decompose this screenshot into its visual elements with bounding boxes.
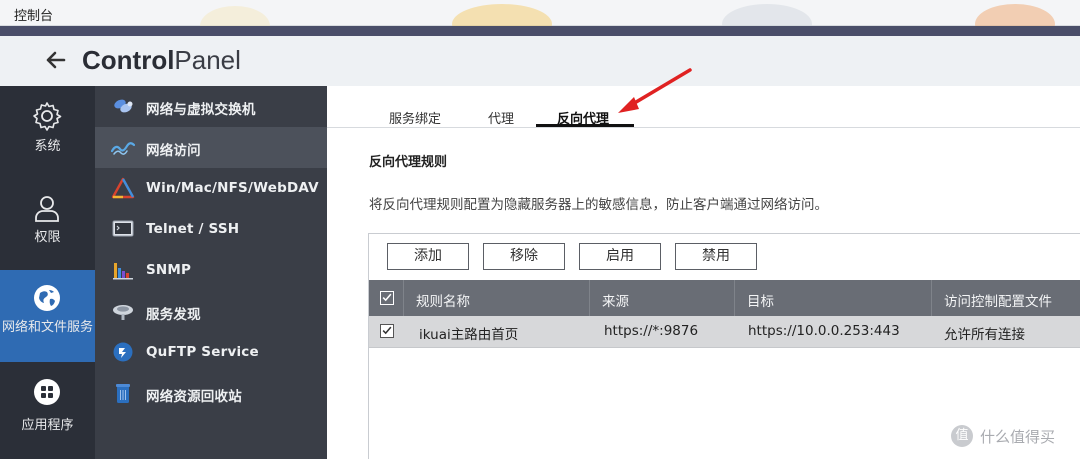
sub-item-label: Telnet / SSH: [146, 221, 240, 237]
nav-item-system[interactable]: 系统: [0, 86, 95, 178]
watermark-text: 什么值得买: [980, 428, 1056, 446]
nav-item-network-file-services[interactable]: 网络和文件服务: [0, 270, 95, 362]
sub-item-label: QuFTP Service: [146, 344, 259, 360]
snmp-icon: [113, 263, 133, 280]
sub-item-label: 网络资源回收站: [146, 389, 242, 405]
sub-item-network-virtual-switch[interactable]: 网络与虚拟交换机: [95, 86, 327, 127]
user-icon: [35, 196, 59, 222]
active-tab-indicator: [536, 124, 634, 127]
column-divider: [931, 280, 932, 316]
select-all-checkbox[interactable]: [380, 291, 394, 305]
apps-icon: [34, 379, 60, 405]
rules-panel: 添加 移除 启用 禁用 规则名称 来源 目标 访问控制配置文件 ikuai主路由…: [368, 233, 1080, 459]
nav-label-network-file-services: 网络和文件服务: [1, 320, 93, 335]
nav-label-permissions: 权限: [34, 230, 61, 245]
nav-item-permissions[interactable]: 权限: [0, 178, 95, 270]
sub-item-label: 网络访问: [146, 143, 201, 159]
sub-item-telnet-ssh[interactable]: Telnet / SSH: [95, 209, 327, 250]
network-access-icon: [111, 142, 135, 155]
column-header-source[interactable]: 来源: [602, 290, 629, 310]
tab-bar: 服务绑定 代理 反向代理: [327, 86, 1080, 128]
content-panel: 服务绑定 代理 反向代理 反向代理规则 将反向代理规则配置为隐藏服务器上的敏感信…: [327, 86, 1080, 459]
main-sidebar: 系统 权限 网络和文件服务 应用程序: [0, 86, 95, 459]
sub-item-network-access[interactable]: 网络访问: [95, 127, 327, 168]
column-divider: [589, 280, 590, 316]
sub-sidebar: 网络与虚拟交换机 网络访问 Win/Mac/NFS/WebDAV Telnet …: [95, 86, 327, 459]
cell-rule-name: ikuai主路由首页: [419, 327, 519, 343]
sub-item-label: 服务发现: [146, 307, 201, 323]
tab-proxy[interactable]: 代理: [488, 108, 514, 127]
table-header: 规则名称 来源 目标 访问控制配置文件: [369, 280, 1080, 316]
sub-item-label: 网络与虚拟交换机: [146, 102, 256, 118]
row-checkbox[interactable]: [380, 324, 394, 338]
gear-icon: [33, 102, 62, 131]
service-discovery-icon: [113, 305, 133, 320]
add-button[interactable]: 添加: [387, 243, 469, 270]
sub-item-quftp[interactable]: QuFTP Service: [95, 332, 327, 373]
annotation-arrow-icon: [618, 68, 692, 113]
globe-icon: [34, 285, 60, 311]
remove-button[interactable]: 移除: [483, 243, 565, 270]
sub-item-snmp[interactable]: SNMP: [95, 250, 327, 291]
sub-item-label: Win/Mac/NFS/WebDAV: [146, 180, 319, 196]
sub-item-file-sharing[interactable]: Win/Mac/NFS/WebDAV: [95, 168, 327, 209]
sub-item-network-recycle-bin[interactable]: 网络资源回收站: [95, 373, 327, 414]
column-header-target[interactable]: 目标: [747, 290, 774, 310]
app-title: ControlPanel: [82, 45, 241, 75]
file-share-icon: [111, 177, 135, 199]
watermark-logo-icon: 值: [951, 425, 973, 447]
nav-label-system: 系统: [34, 139, 61, 154]
cell-access-control-profile: 允许所有连接: [944, 327, 1025, 343]
section-description: 将反向代理规则配置为隐藏服务器上的敏感信息，防止客户端通过网络访问。: [369, 197, 828, 213]
os-title-bar: 控制台: [0, 0, 1080, 46]
section-title: 反向代理规则: [369, 155, 448, 170]
network-switch-icon: [114, 99, 133, 113]
sub-item-label: SNMP: [146, 262, 192, 278]
app-header: ControlPanel: [0, 36, 1080, 86]
table-row[interactable]: ikuai主路由首页 https://*:9876 https://10.0.0…: [369, 316, 1080, 348]
sub-item-service-discovery[interactable]: 服务发现: [95, 291, 327, 332]
nav-label-applications: 应用程序: [21, 418, 74, 433]
terminal-icon: [112, 220, 134, 237]
column-divider: [734, 280, 735, 316]
window-title: 控制台: [14, 9, 54, 24]
ftp-icon: [113, 342, 133, 362]
column-header-rule-name[interactable]: 规则名称: [416, 290, 470, 310]
cell-target: https://10.0.0.253:443: [748, 323, 900, 339]
back-arrow-icon[interactable]: [44, 45, 68, 75]
nav-item-applications[interactable]: 应用程序: [0, 362, 95, 454]
title-bar-strip: [0, 26, 1080, 36]
disable-button[interactable]: 禁用: [675, 243, 757, 270]
cell-source: https://*:9876: [604, 323, 699, 339]
tab-service-binding[interactable]: 服务绑定: [389, 108, 441, 127]
control-panel-window: 控制台 ControlPanel 系统 权限 网络和文件服务 应用程序 网络与虚…: [0, 0, 1080, 459]
column-divider: [403, 280, 404, 316]
recycle-bin-icon: [116, 384, 130, 403]
column-header-access-control-profile[interactable]: 访问控制配置文件: [944, 290, 1052, 310]
enable-button[interactable]: 启用: [579, 243, 661, 270]
